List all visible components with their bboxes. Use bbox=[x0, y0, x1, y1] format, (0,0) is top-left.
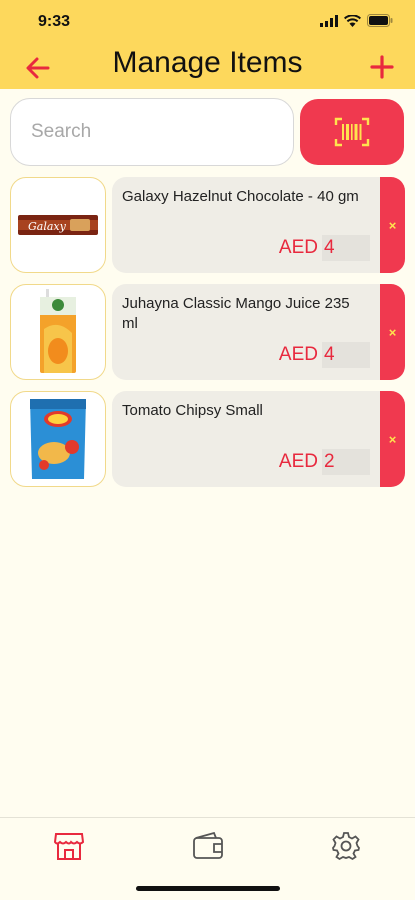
plus-icon bbox=[370, 55, 394, 79]
item-name: Galaxy Hazelnut Chocolate - 40 gm bbox=[122, 188, 359, 205]
item-thumbnail bbox=[10, 391, 106, 487]
item-card[interactable]: Galaxy Hazelnut Chocolate - 40 gm AED 4 bbox=[112, 177, 382, 273]
item-card[interactable]: Tomato Chipsy Small AED 2 bbox=[112, 391, 382, 487]
page-title: Manage Items bbox=[112, 46, 303, 79]
svg-text:Galaxy: Galaxy bbox=[28, 220, 67, 233]
add-item-button[interactable] bbox=[367, 52, 397, 82]
tab-wallet[interactable] bbox=[188, 826, 228, 866]
price-currency: AED bbox=[278, 344, 318, 365]
battery-icon bbox=[367, 14, 393, 32]
item-row[interactable]: Galaxy Galaxy Hazelnut Chocolate - 40 gm… bbox=[10, 177, 405, 273]
item-price: AED 4 bbox=[279, 235, 370, 261]
price-currency: AED bbox=[278, 451, 318, 472]
tab-store[interactable] bbox=[49, 826, 89, 866]
item-price: AED 4 bbox=[279, 342, 370, 368]
galaxy-chocolate-bar-image: Galaxy bbox=[18, 215, 98, 235]
delete-item-button[interactable]: × bbox=[380, 284, 405, 380]
mango-juice-carton-image bbox=[40, 289, 76, 373]
item-thumbnail: Galaxy bbox=[10, 177, 106, 273]
item-row[interactable]: Juhayna Classic Mango Juice 235 ml AED 4… bbox=[10, 284, 405, 380]
item-price: AED 2 bbox=[279, 449, 370, 475]
item-card[interactable]: Juhayna Classic Mango Juice 235 ml AED 4 bbox=[112, 284, 382, 380]
wallet-icon bbox=[193, 832, 223, 859]
store-icon bbox=[53, 833, 85, 860]
search-input[interactable] bbox=[10, 98, 294, 166]
item-name: Tomato Chipsy Small bbox=[122, 402, 263, 419]
delete-item-button[interactable]: × bbox=[380, 391, 405, 487]
item-name: Juhayna Classic Mango Juice 235 ml bbox=[122, 295, 350, 332]
status-time: 9:33 bbox=[38, 13, 71, 30]
item-thumbnail bbox=[10, 284, 106, 380]
chipsy-bag-image bbox=[30, 399, 86, 479]
quantity-field[interactable]: 4 bbox=[322, 342, 370, 368]
quantity-field[interactable]: 4 bbox=[322, 235, 370, 261]
home-indicator bbox=[136, 886, 280, 891]
scan-barcode-button[interactable] bbox=[300, 99, 404, 165]
tab-settings[interactable] bbox=[326, 826, 366, 866]
top-bar: 9:33 Manage Items bbox=[0, 0, 415, 89]
item-row[interactable]: Tomato Chipsy Small AED 2 × bbox=[10, 391, 405, 487]
barcode-icon bbox=[334, 117, 370, 147]
signal-icon bbox=[320, 14, 338, 32]
quantity-field[interactable]: 2 bbox=[322, 449, 370, 475]
price-currency: AED bbox=[278, 237, 318, 258]
gear-icon bbox=[332, 832, 360, 861]
wifi-icon bbox=[344, 14, 361, 32]
delete-item-button[interactable]: × bbox=[380, 177, 405, 273]
status-icons bbox=[320, 14, 393, 32]
